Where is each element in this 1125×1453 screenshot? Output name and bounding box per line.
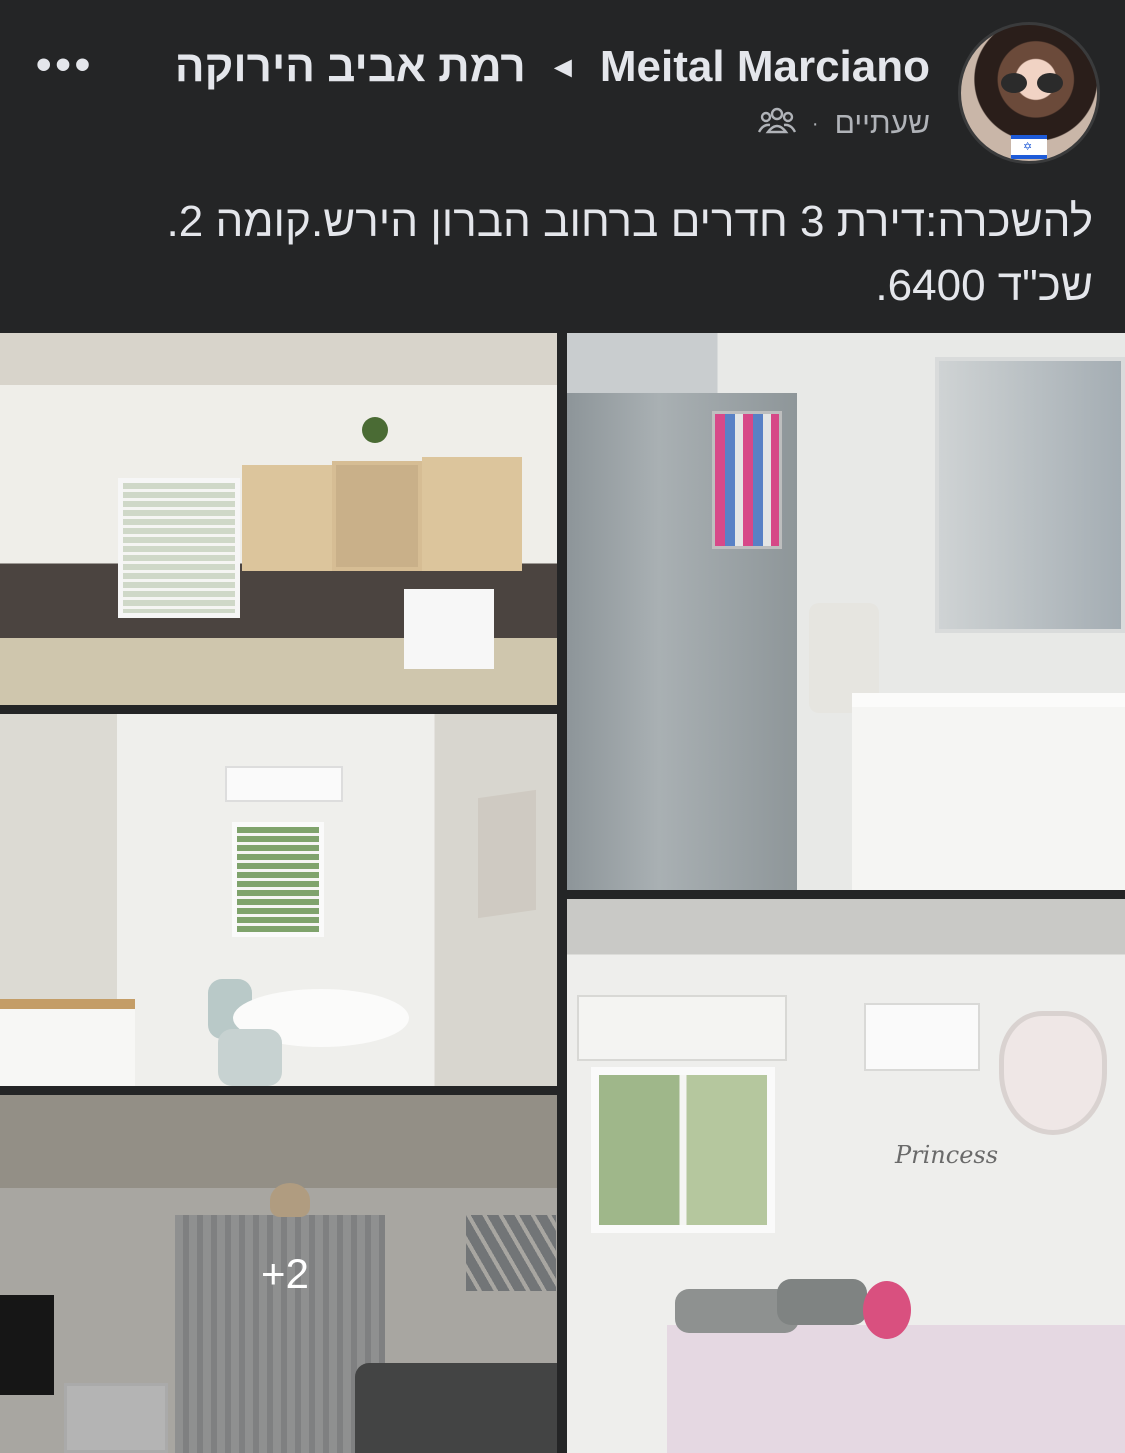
group-arrow-icon: ◄ xyxy=(547,51,578,84)
photo-grid: Princess +2 xyxy=(0,333,1125,1453)
sunglasses-shape xyxy=(1001,73,1063,93)
post-text-line-1: להשכרה:דירת 3 חדרים ברחוב הברון הירש.קומ… xyxy=(166,197,1094,246)
more-options-button[interactable]: ••• xyxy=(36,40,94,90)
teddy-bear-shape xyxy=(863,1281,911,1339)
stove-shape xyxy=(404,589,494,669)
meta-separator: · xyxy=(811,112,819,135)
bathroom-mirror xyxy=(935,357,1125,633)
photo-dining-area[interactable] xyxy=(0,714,557,1086)
shutter-box xyxy=(577,995,787,1061)
air-conditioner xyxy=(864,1003,980,1071)
post-meta: שעתיים · xyxy=(757,106,930,142)
post-timestamp[interactable]: שעתיים xyxy=(835,107,930,141)
dining-window xyxy=(232,822,324,937)
heart-photo-frame xyxy=(999,1011,1107,1135)
air-conditioner xyxy=(225,766,343,802)
photo-bathroom[interactable] xyxy=(567,333,1125,890)
group-name[interactable]: רמת אביב הירוקה xyxy=(175,42,526,91)
kitchen-shelf xyxy=(332,461,422,571)
post-text-line-2: שכ"ד 6400. xyxy=(875,261,1093,310)
kitchen-window xyxy=(118,478,240,618)
photo-kitchen[interactable] xyxy=(0,333,557,705)
author-avatar[interactable]: ✡ xyxy=(958,22,1100,164)
kitchen-cabinet xyxy=(422,457,522,571)
mattress-shape xyxy=(667,1325,1125,1453)
bedroom-window xyxy=(591,1067,775,1233)
plant-shape xyxy=(362,417,388,443)
more-photos-count[interactable]: +2 xyxy=(0,1250,557,1298)
chair-shape xyxy=(218,1029,282,1086)
pillow-shape xyxy=(777,1279,867,1325)
bench-shape xyxy=(0,999,135,1086)
group-icon xyxy=(757,106,796,142)
flag-star: ✡ xyxy=(1023,141,1033,153)
photo-bedroom[interactable]: Princess xyxy=(567,899,1125,1453)
author-name[interactable]: Meital Marciano xyxy=(600,42,930,91)
photo-living-room[interactable]: +2 xyxy=(0,1095,557,1453)
wall-art xyxy=(478,789,536,919)
post-header: ✡ Meital Marciano ◄ רמת אביב הירוקה שעתי… xyxy=(0,0,1125,175)
israel-flag-icon: ✡ xyxy=(1011,135,1047,159)
princess-sign: Princess xyxy=(895,1141,999,1169)
shower-rack xyxy=(712,411,782,549)
kitchen-cabinet xyxy=(242,465,332,571)
post-title-line: Meital Marciano ◄ רמת אביב הירוקה xyxy=(175,42,930,92)
bathroom-vanity xyxy=(852,693,1125,890)
post-body-text: להשכרה:דירת 3 חדרים ברחוב הברון הירש.קומ… xyxy=(33,190,1094,318)
